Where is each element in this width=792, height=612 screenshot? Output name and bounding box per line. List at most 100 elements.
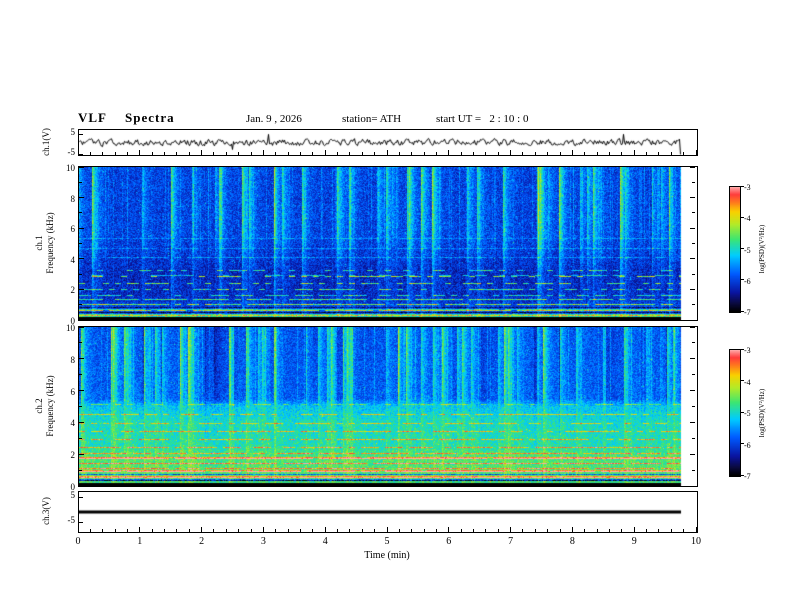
x-minor-tick bbox=[126, 529, 128, 532]
y-minor-tick bbox=[79, 212, 82, 214]
x-minor-tick bbox=[584, 152, 586, 155]
ch2-freq-tick-label-8: 8 bbox=[70, 354, 76, 365]
x-minor-tick bbox=[522, 529, 524, 532]
ch2-frequency-axis-label: ch.2 Frequency (kHz) bbox=[34, 350, 56, 462]
x-tick-label-3: 3 bbox=[260, 536, 266, 547]
y-minor-tick bbox=[692, 437, 695, 439]
x-minor-tick bbox=[522, 152, 524, 155]
colorbar-2-tick-label--3: -3 bbox=[744, 346, 751, 355]
y-major-tick bbox=[79, 358, 84, 360]
x-minor-tick bbox=[534, 152, 536, 155]
x-minor-tick bbox=[646, 152, 648, 155]
header-station: station= ATH bbox=[342, 113, 402, 125]
colorbar-1-tick-label--5: -5 bbox=[744, 245, 751, 255]
x-major-tick bbox=[386, 150, 388, 155]
x-major-tick bbox=[139, 150, 141, 155]
header-start-ut: start UT = 2 : 10 : 0 bbox=[436, 113, 529, 125]
x-minor-tick bbox=[275, 529, 277, 532]
x-minor-tick bbox=[596, 152, 598, 155]
colorbar-1-tick-label--6: -6 bbox=[744, 276, 751, 286]
x-tick-label-10: 10 bbox=[691, 536, 701, 547]
colorbar-tick bbox=[741, 310, 744, 312]
x-minor-tick bbox=[460, 152, 462, 155]
x-minor-tick bbox=[287, 152, 289, 155]
y-minor-tick bbox=[692, 406, 695, 407]
x-minor-tick bbox=[547, 152, 549, 155]
x-minor-tick bbox=[670, 152, 672, 155]
colorbar-1-canvas bbox=[730, 187, 740, 312]
x-minor-tick bbox=[238, 529, 240, 532]
x-minor-tick bbox=[102, 152, 104, 155]
y-major-tick bbox=[690, 166, 695, 168]
x-minor-tick bbox=[225, 152, 227, 155]
ch2-freq-tick-label-4: 4 bbox=[70, 418, 76, 429]
x-minor-tick bbox=[213, 529, 215, 532]
x-major-tick bbox=[139, 527, 141, 532]
x-major-tick bbox=[633, 527, 635, 532]
x-major-tick bbox=[448, 527, 450, 532]
y-major-tick bbox=[79, 390, 84, 392]
ch1-spectrogram-canvas bbox=[79, 167, 697, 320]
x-minor-tick bbox=[485, 152, 487, 155]
colorbar-2-tick-label--7: -7 bbox=[744, 472, 751, 481]
y-major-tick bbox=[690, 288, 695, 290]
x-axis-title: Time (min) bbox=[364, 550, 410, 561]
x-minor-tick bbox=[398, 152, 400, 155]
y-minor-tick bbox=[79, 406, 82, 407]
y-major-tick bbox=[690, 421, 695, 423]
x-minor-tick bbox=[312, 152, 314, 155]
colorbar-2 bbox=[729, 349, 741, 477]
x-minor-tick bbox=[596, 529, 598, 532]
ch2-freq-tick-label-6: 6 bbox=[70, 386, 76, 397]
colorbar-tick bbox=[741, 279, 744, 281]
x-major-tick bbox=[262, 150, 264, 155]
colorbar-2-tick-label--6: -6 bbox=[744, 440, 751, 450]
ch1-freq-tick-label-10: 10 bbox=[66, 163, 75, 173]
header-date: Jan. 9 , 2026 bbox=[246, 113, 302, 125]
colorbar-tick bbox=[741, 348, 744, 350]
x-minor-tick bbox=[89, 152, 91, 155]
x-minor-tick bbox=[559, 152, 561, 155]
x-minor-tick bbox=[374, 529, 376, 532]
y-major-tick bbox=[690, 390, 695, 392]
y-minor-tick bbox=[692, 469, 695, 471]
y-major-tick bbox=[690, 485, 695, 487]
x-minor-tick bbox=[337, 152, 339, 155]
x-minor-tick bbox=[250, 152, 252, 155]
y-minor-tick bbox=[79, 181, 82, 183]
x-major-tick bbox=[262, 527, 264, 532]
ch1-freq-tick-label-2: 2 bbox=[70, 285, 76, 296]
colorbar-tick bbox=[741, 380, 744, 381]
x-minor-tick bbox=[670, 529, 672, 532]
x-minor-tick bbox=[225, 529, 227, 532]
colorbar-tick bbox=[741, 216, 744, 218]
colorbar-tick bbox=[741, 443, 744, 444]
x-minor-tick bbox=[89, 529, 91, 532]
x-tick-label-6: 6 bbox=[446, 536, 452, 547]
x-minor-tick bbox=[608, 152, 610, 155]
y-minor-tick bbox=[79, 304, 82, 306]
y-major-tick bbox=[79, 288, 84, 290]
y-major-tick bbox=[79, 227, 84, 229]
x-major-tick bbox=[695, 150, 697, 155]
x-minor-tick bbox=[398, 529, 400, 532]
y-major-tick bbox=[690, 258, 695, 260]
x-minor-tick bbox=[287, 529, 289, 532]
x-minor-tick bbox=[213, 152, 215, 155]
x-minor-tick bbox=[114, 529, 116, 532]
x-major-tick bbox=[77, 527, 79, 532]
x-minor-tick bbox=[349, 152, 351, 155]
x-minor-tick bbox=[559, 529, 561, 532]
x-major-tick bbox=[324, 527, 326, 532]
x-minor-tick bbox=[423, 152, 425, 155]
y-major-tick bbox=[79, 319, 84, 321]
colorbar-tick bbox=[741, 185, 744, 187]
ch3-waveform-panel bbox=[78, 491, 698, 533]
x-minor-tick bbox=[547, 529, 549, 532]
x-minor-tick bbox=[361, 152, 363, 155]
ch2-spectrogram-canvas bbox=[79, 327, 697, 486]
x-major-tick bbox=[510, 527, 512, 532]
y-minor-tick bbox=[692, 342, 695, 344]
colorbar-2-canvas bbox=[730, 350, 740, 476]
y-major-tick bbox=[690, 197, 695, 199]
